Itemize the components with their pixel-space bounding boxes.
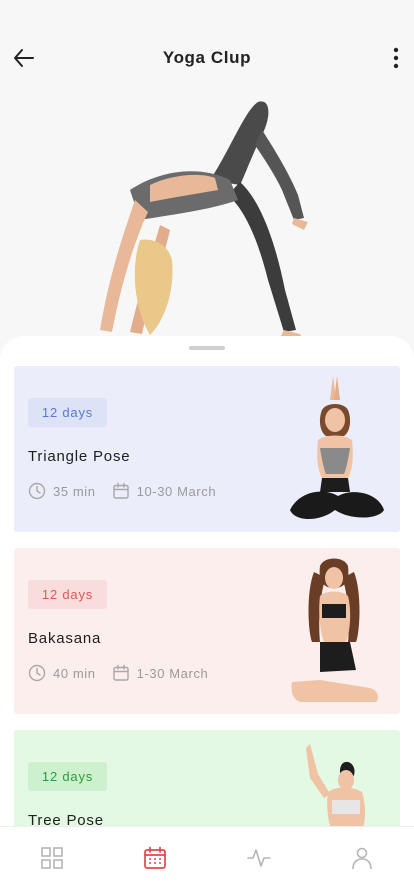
- workout-meta: 40 min 1-30 March: [28, 664, 208, 682]
- calendar-icon: [112, 482, 130, 500]
- bottom-navigation: [0, 826, 414, 896]
- hero-yoga-image: [100, 101, 308, 338]
- calendar-icon: [112, 664, 130, 682]
- nav-profile[interactable]: [332, 838, 392, 878]
- nav-activity[interactable]: [229, 838, 289, 878]
- clock-icon: [28, 664, 46, 682]
- nav-dashboard[interactable]: [22, 838, 82, 878]
- clock-icon: [28, 482, 46, 500]
- kneeling-pose-figure: [291, 558, 378, 702]
- workout-meta: 35 min 10-30 March: [28, 482, 216, 500]
- activity-icon: [246, 848, 271, 867]
- lotus-pose-figure: [290, 376, 384, 519]
- duration-badge: 12 days: [28, 398, 107, 427]
- workout-duration: 40 min: [53, 665, 96, 681]
- workout-duration: 35 min: [53, 483, 96, 499]
- workout-card-triangle-pose[interactable]: 12 days Triangle Pose 35 min 10-30 March: [14, 366, 400, 532]
- more-vertical-icon: [393, 47, 399, 69]
- workout-dates: 1-30 March: [136, 665, 209, 681]
- calendar-icon: [144, 846, 167, 869]
- workout-sheet[interactable]: 12 days Triangle Pose 35 min 10-30 March: [0, 336, 414, 896]
- duration-badge: 12 days: [28, 580, 107, 609]
- nav-calendar[interactable]: [125, 838, 185, 878]
- workout-card-bakasana[interactable]: 12 days Bakasana 40 min 1-30 March: [14, 548, 400, 714]
- workout-dates: 10-30 March: [136, 483, 217, 499]
- dashboard-icon: [40, 846, 63, 869]
- profile-icon: [352, 847, 373, 869]
- page-title: Yoga Clup: [162, 48, 252, 67]
- more-options-button[interactable]: [384, 44, 408, 72]
- drag-handle[interactable]: [189, 346, 225, 350]
- workout-name: Triangle Pose: [28, 448, 131, 465]
- duration-badge: 12 days: [28, 762, 107, 791]
- workout-name: Bakasana: [28, 630, 102, 647]
